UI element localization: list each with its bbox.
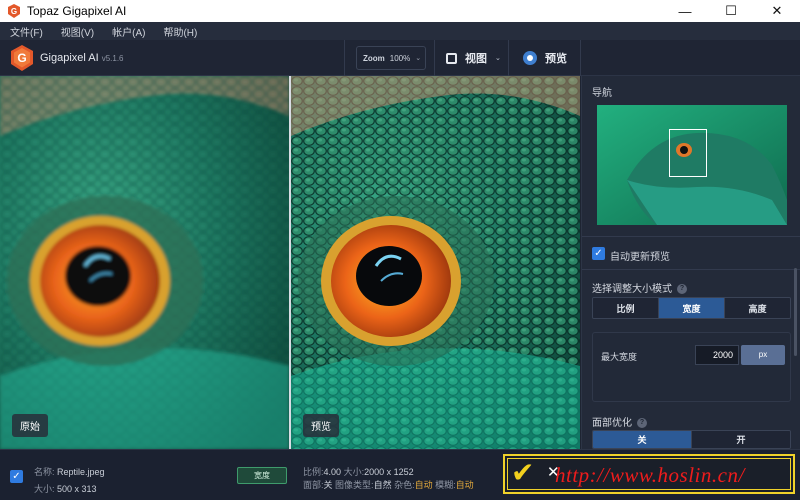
preview-button[interactable]: 预览 — [523, 48, 567, 68]
resize-mode-title: 选择调整大小模式? — [592, 280, 687, 295]
menu-account[interactable]: 帐户(A) — [112, 24, 145, 39]
view-square-icon — [446, 52, 457, 64]
panel-divider — [582, 236, 800, 237]
preview-label: 预览 — [545, 53, 567, 65]
eye-icon — [523, 51, 537, 65]
app-version: v5.1.6 — [101, 54, 124, 63]
app-name: Gigapixel AI — [40, 52, 99, 64]
face-label: 面部: — [303, 480, 324, 490]
original-image-pane[interactable]: 原始 — [0, 76, 289, 449]
maximize-button[interactable]: ☐ — [708, 0, 754, 22]
resize-mode-scale[interactable]: 比例 — [593, 298, 659, 318]
toolbar-divider — [580, 40, 581, 76]
file-name-value: Reptile.jpeg — [57, 467, 105, 477]
toolbar-divider — [508, 40, 509, 76]
checkmark-icon: ✔ — [511, 457, 535, 488]
menu-view[interactable]: 视图(V) — [61, 24, 94, 39]
face-value: 关 — [323, 480, 333, 490]
original-label: 原始 — [12, 414, 48, 437]
image-type-label: 图像类型: — [335, 480, 374, 490]
face-refine-selector: 关 开 — [592, 430, 791, 449]
panel-divider — [582, 269, 800, 270]
auto-update-checkbox[interactable]: ✓ — [592, 247, 605, 260]
blur-label: 模糊: — [435, 480, 456, 490]
toolbar-divider — [344, 40, 345, 76]
resize-mode-height[interactable]: 高度 — [725, 298, 790, 318]
chevron-down-icon: ⌄ — [415, 55, 422, 62]
help-icon[interactable]: ? — [637, 418, 647, 429]
view-label: 视图 — [465, 53, 487, 65]
scale-label: 比例: — [303, 467, 324, 477]
navigator-viewport-rect[interactable] — [669, 129, 707, 177]
file-name-row: 名称: Reptile.jpeg — [34, 465, 105, 478]
blur-value: 自动 — [455, 480, 474, 490]
face-refine-on[interactable]: 开 — [692, 431, 790, 448]
max-width-label: 最大宽度 — [601, 352, 638, 362]
window-title: Topaz Gigapixel AI — [27, 4, 127, 18]
watermark-text: http://www.hoslin.cn/ — [555, 463, 745, 487]
zoom-label: Zoom — [363, 53, 385, 63]
resize-mode-width[interactable]: 宽度 — [659, 298, 725, 318]
original-reptile-image — [0, 76, 289, 449]
noise-value: 自动 — [414, 480, 433, 490]
preview-pane-label: 预览 — [303, 414, 339, 437]
help-icon[interactable]: ? — [677, 284, 687, 295]
app-window: G Topaz Gigapixel AI — ☐ ✕ 文件(F) 视图(V) 帐… — [0, 0, 800, 500]
face-refine-off[interactable]: 关 — [593, 431, 692, 448]
output-size-label: 大小: — [343, 467, 365, 477]
face-refine-label: 面部优化 — [592, 418, 632, 429]
svg-text:G: G — [17, 51, 26, 65]
toolbar-divider — [434, 40, 435, 76]
noise-label: 杂色: — [394, 480, 415, 490]
settings-panel: 导航 ✓ 自动更新预览 选择调整大小模式? 比例 宽度 高度 最大宽度 2000… — [581, 76, 800, 449]
app-logo-icon: G — [8, 4, 20, 18]
gigapixel-logo-icon: G — [11, 45, 33, 71]
resize-mode-label: 选择调整大小模式 — [592, 284, 672, 295]
preview-image-pane[interactable]: 预览 — [291, 76, 580, 449]
svg-text:G: G — [11, 7, 17, 16]
title-bar: G Topaz Gigapixel AI — ☐ ✕ — [0, 0, 800, 22]
view-button[interactable]: 视图 ⌄ — [446, 48, 501, 68]
navigator-title: 导航 — [592, 88, 612, 99]
output-size-value: 2000 x 1252 — [364, 467, 414, 477]
minimize-button[interactable]: — — [662, 0, 708, 22]
scale-value: 4.00 — [323, 467, 342, 477]
auto-update-label: 自动更新预览 — [610, 252, 670, 263]
file-size-value: 500 x 313 — [57, 484, 97, 494]
zoom-dropdown[interactable]: Zoom 100% ⌄ — [356, 46, 426, 70]
menu-bar: 文件(F) 视图(V) 帐户(A) 帮助(H) — [0, 22, 800, 40]
image-select-checkbox[interactable]: ✓ — [10, 470, 23, 483]
file-name-label: 名称: — [34, 467, 55, 477]
max-width-box: 最大宽度 2000 px — [592, 332, 791, 402]
toolbar: G Gigapixel AI v5.1.6 Zoom 100% ⌄ 视图 ⌄ 预览 — [0, 40, 800, 76]
resize-mode-badge: 宽度 — [237, 467, 287, 484]
file-size-row: 大小: 500 x 313 — [34, 482, 97, 495]
face-refine-title: 面部优化? — [592, 414, 647, 429]
panel-scrollbar[interactable] — [794, 268, 797, 356]
menu-file[interactable]: 文件(F) — [10, 24, 43, 39]
max-width-input[interactable]: 2000 — [695, 345, 739, 365]
app-brand: Gigapixel AI v5.1.6 — [40, 52, 124, 64]
menu-help[interactable]: 帮助(H) — [163, 24, 197, 39]
zoom-value: 100% — [389, 53, 411, 63]
output-info-row: 比例:4.00 大小:2000 x 1252 — [303, 465, 414, 478]
image-type-value: 自然 — [373, 480, 392, 490]
preview-reptile-image — [291, 76, 580, 449]
unit-selector[interactable]: px — [741, 345, 785, 365]
close-button[interactable]: ✕ — [754, 0, 800, 22]
output-settings-row: 面部:关 图像类型:自然 杂色:自动 模糊:自动 — [303, 478, 474, 491]
navigator-thumbnail[interactable] — [597, 105, 787, 225]
resize-mode-selector: 比例 宽度 高度 — [592, 297, 791, 319]
chevron-down-icon: ⌄ — [495, 55, 501, 62]
watermark-overlay: ✔ ✕ http://www.hoslin.cn/ — [503, 454, 795, 494]
file-size-label: 大小: — [34, 484, 55, 494]
